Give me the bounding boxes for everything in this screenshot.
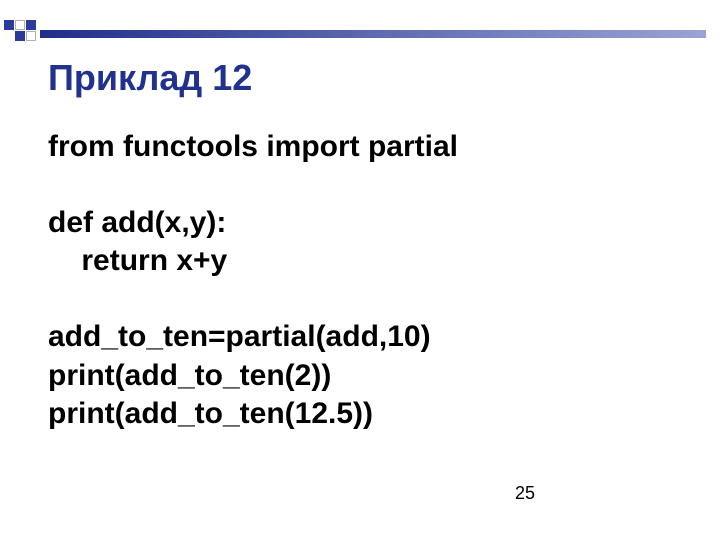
decoration-square <box>4 20 14 30</box>
page-number: 25 <box>515 483 535 504</box>
decoration-square <box>26 31 36 41</box>
header-decoration <box>0 0 720 42</box>
slide-title: Приклад 12 <box>48 58 252 98</box>
decoration-rule <box>40 30 706 38</box>
decoration-square <box>15 31 25 41</box>
decoration-square <box>15 20 25 30</box>
decoration-square <box>26 20 36 30</box>
code-block: from functools import partial def add(x,… <box>48 128 688 433</box>
slide: Приклад 12 from functools import partial… <box>0 0 720 540</box>
